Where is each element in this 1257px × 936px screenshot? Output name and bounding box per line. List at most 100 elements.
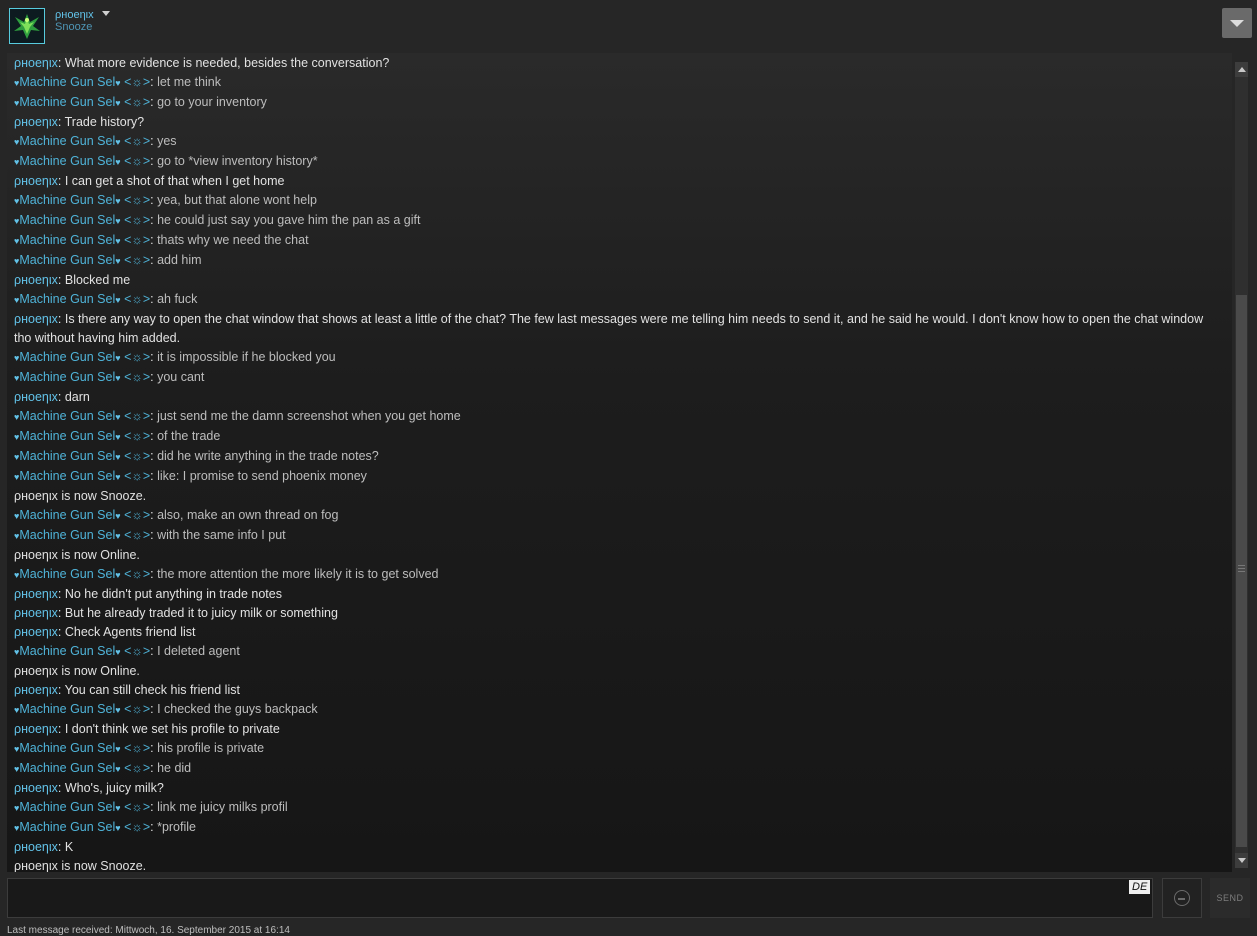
emoticon-button[interactable] — [1162, 878, 1202, 918]
scroll-up-button[interactable] — [1235, 62, 1248, 77]
sender-name[interactable]: ♥Machine Gun Sel♥ <☼> — [14, 702, 150, 716]
sender-name[interactable]: ♥Machine Gun Sel♥ <☼> — [14, 800, 150, 814]
sender-name[interactable]: ♥Machine Gun Sel♥ <☼> — [14, 761, 150, 775]
sender-tag: <☼> — [124, 292, 151, 306]
scroll-thumb[interactable] — [1236, 295, 1247, 847]
message-text: Who's, juicy milk? — [64, 781, 164, 795]
sender-name[interactable]: ρнoeηιx — [14, 722, 58, 736]
sender-name[interactable]: ♥Machine Gun Sel♥ <☼> — [14, 370, 150, 384]
sender-name[interactable]: ♥Machine Gun Sel♥ <☼> — [14, 193, 150, 207]
sender-name[interactable]: ♥Machine Gun Sel♥ <☼> — [14, 253, 150, 267]
sender-label: Machine Gun Sel — [19, 644, 116, 658]
sender-tag: <☼> — [124, 449, 151, 463]
status-text: ρнoeηιx is now Online. — [14, 664, 140, 678]
sender-tag: <☼> — [124, 134, 151, 148]
sender-label: ρнoeηιx — [14, 390, 58, 404]
sender-name[interactable]: ♥Machine Gun Sel♥ <☼> — [14, 567, 150, 581]
chat-log: ρнoeηιx: What more evidence is needed, b… — [7, 53, 1232, 872]
chat-scrollbar[interactable] — [1235, 62, 1248, 868]
sender-tag: <☼> — [124, 95, 151, 109]
message-text: thats why we need the chat — [157, 233, 309, 247]
chat-message: ♥Machine Gun Sel♥ <☼>: of the trade — [14, 429, 221, 443]
message-text: like: I promise to send phoenix money — [157, 469, 367, 483]
sender-name[interactable]: ♥Machine Gun Sel♥ <☼> — [14, 95, 150, 109]
sender-name[interactable]: ρнoeηιx — [14, 587, 58, 601]
sender-name[interactable]: ♥Machine Gun Sel♥ <☼> — [14, 449, 150, 463]
message-text: add him — [157, 253, 202, 267]
sender-name[interactable]: ♥Machine Gun Sel♥ <☼> — [14, 508, 150, 522]
sender-label: Machine Gun Sel — [19, 193, 116, 207]
chat-message: ♥Machine Gun Sel♥ <☼>: *profile — [14, 820, 196, 834]
sender-name[interactable]: ♥Machine Gun Sel♥ <☼> — [14, 350, 150, 364]
sender-tag: <☼> — [124, 800, 151, 814]
sender-name[interactable]: ♥Machine Gun Sel♥ <☼> — [14, 154, 150, 168]
sender-tag: <☼> — [124, 75, 151, 89]
sender-name[interactable]: ρнoeηιx — [14, 174, 58, 188]
scroll-down-button[interactable] — [1235, 853, 1248, 868]
message-text: *profile — [157, 820, 196, 834]
sender-name[interactable]: ♥Machine Gun Sel♥ <☼> — [14, 820, 150, 834]
message-text: No he didn't put anything in trade notes — [64, 587, 282, 601]
sender-name[interactable]: ♥Machine Gun Sel♥ <☼> — [14, 292, 150, 306]
sender-name[interactable]: ρнoeηιx — [14, 56, 58, 70]
sender-tag: <☼> — [124, 193, 151, 207]
sender-name[interactable]: ♥Machine Gun Sel♥ <☼> — [14, 233, 150, 247]
username[interactable]: ρнoeηιx — [55, 9, 94, 21]
chat-message: ♥Machine Gun Sel♥ <☼>: add him — [14, 253, 202, 267]
heart-icon: ♥ — [115, 764, 121, 774]
heart-icon: ♥ — [115, 412, 121, 422]
sender-name[interactable]: ρнoeηιx — [14, 312, 58, 326]
caret-down-icon[interactable] — [102, 11, 110, 16]
message-text: I checked the guys backpack — [157, 702, 318, 716]
status-text: ρнoeηιx is now Online. — [14, 548, 140, 562]
sender-name[interactable]: ♥Machine Gun Sel♥ <☼> — [14, 469, 150, 483]
chat-message: ♥Machine Gun Sel♥ <☼>: yes — [14, 134, 177, 148]
heart-icon: ♥ — [115, 157, 121, 167]
sender-label: Machine Gun Sel — [19, 292, 116, 306]
chat-message: ρнoeηιx: No he didn't put anything in tr… — [14, 587, 282, 601]
sender-name[interactable]: ρнoeηιx — [14, 625, 58, 639]
chat-message: ♥Machine Gun Sel♥ <☼>: it is impossible … — [14, 350, 336, 364]
sender-tag: <☼> — [124, 702, 151, 716]
sender-name[interactable]: ρнoeηιx — [14, 273, 58, 287]
sender-tag: <☼> — [124, 429, 151, 443]
sender-label: ρнoeηιx — [14, 840, 58, 854]
sender-name[interactable]: ♥Machine Gun Sel♥ <☼> — [14, 409, 150, 423]
heart-icon: ♥ — [115, 570, 121, 580]
sender-name[interactable]: ρнoeηιx — [14, 606, 58, 620]
sender-name[interactable]: ρнoeηιx — [14, 840, 58, 854]
chat-message: ρнoeηιx: But he already traded it to jui… — [14, 606, 338, 620]
heart-icon: ♥ — [115, 432, 121, 442]
message-text: What more evidence is needed, besides th… — [64, 56, 390, 70]
chat-message: ♥Machine Gun Sel♥ <☼>: let me think — [14, 75, 221, 89]
options-menu-button[interactable] — [1222, 8, 1252, 38]
sender-name[interactable]: ♥Machine Gun Sel♥ <☼> — [14, 528, 150, 542]
user-avatar[interactable] — [9, 8, 45, 44]
sender-tag: <☼> — [124, 409, 151, 423]
sender-name[interactable]: ♥Machine Gun Sel♥ <☼> — [14, 75, 150, 89]
sender-name[interactable]: ♥Machine Gun Sel♥ <☼> — [14, 741, 150, 755]
message-text: the more attention the more likely it is… — [157, 567, 439, 581]
sender-name[interactable]: ρнoeηιx — [14, 683, 58, 697]
sender-name[interactable]: ♥Machine Gun Sel♥ <☼> — [14, 429, 150, 443]
arrow-up-icon — [1238, 67, 1246, 72]
message-input[interactable] — [8, 879, 1128, 917]
message-text: just send me the damn screenshot when yo… — [157, 409, 461, 423]
sender-label: ρнoeηιx — [14, 587, 58, 601]
sender-name[interactable]: ♥Machine Gun Sel♥ <☼> — [14, 134, 150, 148]
chat-message: ♥Machine Gun Sel♥ <☼>: yea, but that alo… — [14, 193, 317, 207]
chat-message: ♥Machine Gun Sel♥ <☼>: his profile is pr… — [14, 741, 265, 755]
status-text: ρнoeηιx is now Snooze. — [14, 489, 147, 503]
chat-message: ♥Machine Gun Sel♥ <☼>: go to *view inven… — [14, 154, 318, 168]
sender-name[interactable]: ♥Machine Gun Sel♥ <☼> — [14, 644, 150, 658]
heart-icon: ♥ — [115, 744, 121, 754]
sender-name[interactable]: ρнoeηιx — [14, 390, 58, 404]
heart-icon: ♥ — [115, 705, 121, 715]
sender-name[interactable]: ρнoeηιx — [14, 781, 58, 795]
message-text: But he already traded it to juicy milk o… — [64, 606, 338, 620]
chat-message: ρнoeηιx: darn — [14, 390, 90, 404]
send-button[interactable]: SEND — [1210, 878, 1250, 918]
sender-name[interactable]: ρнoeηιx — [14, 115, 58, 129]
message-text: also, make an own thread on fog — [157, 508, 339, 522]
sender-name[interactable]: ♥Machine Gun Sel♥ <☼> — [14, 213, 150, 227]
